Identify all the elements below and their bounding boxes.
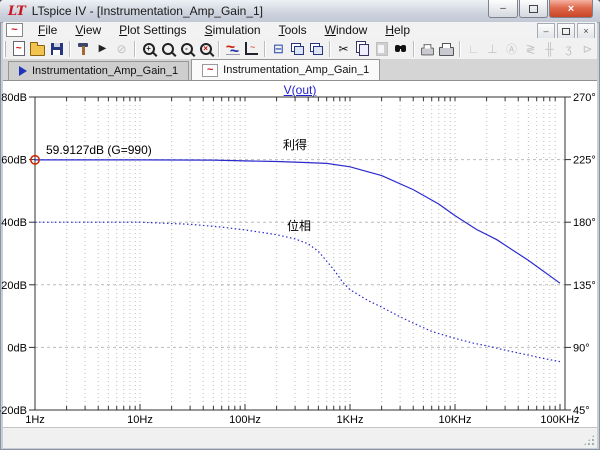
cascade-windows-icon[interactable] [288,40,307,58]
menu-simulation[interactable]: Simulation [196,22,270,38]
label-net-icon: Ⓐ [502,40,521,58]
menu-file[interactable]: File [29,22,66,38]
ground-icon: ⊥ [483,40,502,58]
status-bar [3,427,597,448]
save-icon[interactable] [47,40,66,58]
mdi-close-button[interactable]: × [577,23,595,39]
zoom-out-icon[interactable]: - [177,40,196,58]
control-panel-icon[interactable] [74,40,93,58]
print-preview-icon[interactable] [418,40,437,58]
copy-icon[interactable] [353,40,372,58]
menu-tools[interactable]: Tools [270,22,316,38]
waveform-pane[interactable] [3,80,597,427]
menu-plot-settings[interactable]: Plot Settings [110,22,195,38]
run-icon[interactable]: ▶ [93,40,112,58]
toolbar-separator [329,41,331,57]
resistor-icon: ≷ [521,40,540,58]
menu-help[interactable]: Help [376,22,419,38]
window-title: LTspice IV - [Instrumentation_Amp_Gain_1… [32,4,263,18]
capacitor-icon: ╫ [540,40,559,58]
tab-bar: Instrumentation_Amp_Gain_1 ~ Instrumentati… [3,59,597,80]
halt-icon: ⊘ [112,40,131,58]
ltspice-window: LT LTspice IV - [Instrumentation_Amp_Gai… [0,0,600,450]
tab-schematic-0[interactable]: Instrumentation_Amp_Gain_1 [8,61,189,80]
zoom-in-icon[interactable]: + [139,40,158,58]
mdi-minimize-button[interactable]: – [537,23,555,39]
mdi-restore-icon [562,28,570,35]
schematic-icon [19,66,27,76]
tab-label: Instrumentation_Amp_Gain_1 [223,64,369,76]
menu-view[interactable]: View [66,22,110,38]
toolbar-grip[interactable] [4,41,6,57]
find-icon[interactable] [391,40,410,58]
new-schematic-icon[interactable]: ~ [9,40,28,58]
tile-windows-icon[interactable]: ⊟ [269,40,288,58]
open-icon[interactable] [28,40,47,58]
trace-title[interactable]: V(out) [0,83,600,97]
cut-icon[interactable]: ✂ [334,40,353,58]
phase-curve-label: 位相 [287,217,311,234]
autorange-icon[interactable]: ~~ [223,40,242,58]
print-icon[interactable] [437,40,456,58]
arrange-windows-icon[interactable] [307,40,326,58]
menu-window[interactable]: Window [316,22,377,38]
toolbar: ~▶⊘+-×~~~⊟✂∟⊥Ⓐ≷╫ʒ⊳D✥ [3,38,597,60]
diode-icon: ⊳ [578,40,597,58]
title-bar[interactable]: LT LTspice IV - [Instrumentation_Amp_Gai… [0,0,600,23]
toolbar-separator [264,41,266,57]
resize-grip[interactable] [583,434,595,446]
ltspice-logo-icon: LT [8,4,26,19]
menu-bar: ~ FileViewPlot SettingsSimulationToolsWi… [3,22,597,38]
waveform-app-icon: ~ [6,23,23,37]
toolbar-separator [69,41,71,57]
restore-button[interactable] [519,0,548,18]
inductor-icon: ʒ [559,40,578,58]
toolbar-separator [218,41,220,57]
paste-icon [372,40,391,58]
restore-icon [529,5,538,13]
zoom-full-icon[interactable]: × [196,40,215,58]
close-button[interactable]: × [549,0,593,18]
wire-icon: ∟ [464,40,483,58]
minimize-button[interactable]: – [488,0,518,18]
toolbar-separator [413,41,415,57]
tab-label: Instrumentation_Amp_Gain_1 [32,65,178,77]
mdi-restore-button[interactable] [557,23,575,39]
waveform-icon: ~ [202,64,218,77]
tab-waveform-1[interactable]: ~ Instrumentation_Amp_Gain_1 [191,59,380,80]
gain-annotation: 59.9127dB (G=990) [46,143,152,157]
gain-curve-label: 利得 [283,136,307,153]
plot-settings-icon[interactable]: ~ [242,40,261,58]
zoom-back-icon[interactable] [158,40,177,58]
toolbar-separator [134,41,136,57]
toolbar-separator [459,41,461,57]
